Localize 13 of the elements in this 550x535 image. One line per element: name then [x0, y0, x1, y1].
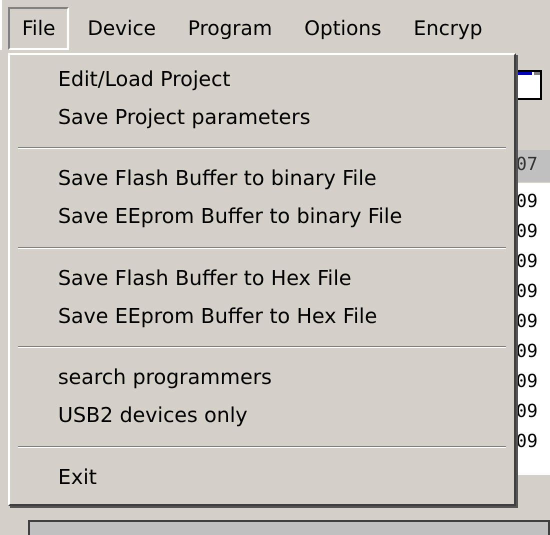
menu-item[interactable]: File [8, 7, 70, 50]
menu-entry[interactable]: Save EEprom Buffer to binary File [14, 198, 510, 236]
menu-entry[interactable]: Exit [14, 458, 510, 496]
menu-item[interactable]: Program [174, 7, 286, 50]
menu-entry[interactable]: Edit/Load Project [14, 61, 510, 99]
menu-entry[interactable]: Save Project parameters [14, 98, 510, 136]
menu-item[interactable]: Encryp [399, 7, 496, 50]
menu-item[interactable]: Device [73, 7, 170, 50]
menu-entry[interactable]: Save Flash Buffer to Hex File [14, 260, 510, 298]
menu-item[interactable]: Options [290, 7, 396, 50]
menu-entry[interactable]: USB2 devices only [14, 397, 510, 435]
menu-entry[interactable]: search programmers [14, 359, 510, 398]
menu-entry[interactable]: Save EEprom Buffer to Hex File [14, 298, 510, 336]
